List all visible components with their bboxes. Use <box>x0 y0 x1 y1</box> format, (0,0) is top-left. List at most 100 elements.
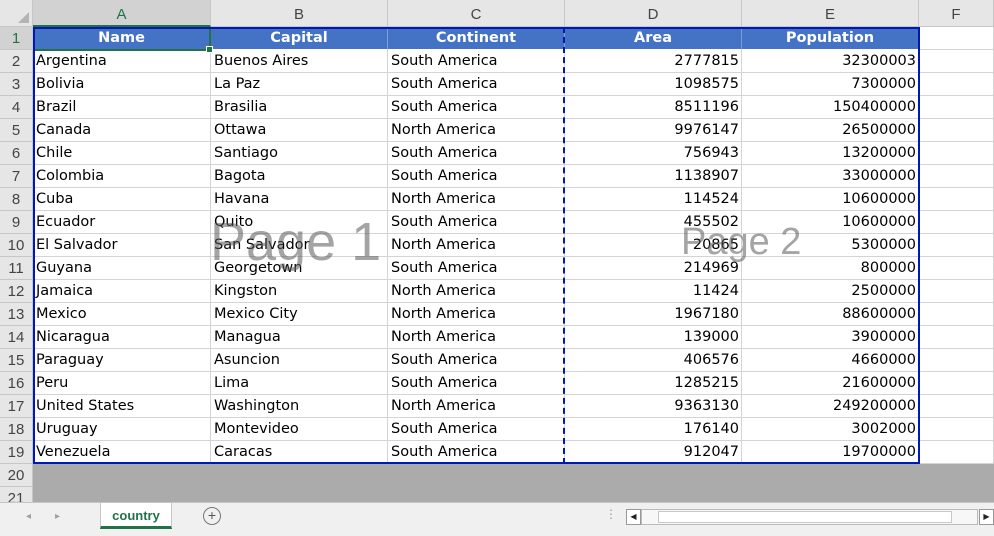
table-cell[interactable]: North America <box>388 119 565 142</box>
table-cell[interactable]: 150400000 <box>742 96 919 119</box>
scroll-tabs-right-icon[interactable]: ▸ <box>55 511 60 522</box>
table-cell[interactable]: 1967180 <box>565 303 742 326</box>
table-cell[interactable]: South America <box>388 372 565 395</box>
row-header-10[interactable]: 10 <box>0 234 33 257</box>
table-cell[interactable]: 10600000 <box>742 188 919 211</box>
table-cell[interactable]: Uruguay <box>33 418 211 441</box>
table-cell[interactable]: South America <box>388 50 565 73</box>
plus-circle-icon[interactable]: + <box>203 507 221 525</box>
table-header-population[interactable]: Population <box>742 27 919 50</box>
table-cell[interactable]: Mexico <box>33 303 211 326</box>
row-header-12[interactable]: 12 <box>0 280 33 303</box>
table-cell[interactable]: South America <box>388 142 565 165</box>
table-cell[interactable]: 10600000 <box>742 211 919 234</box>
table-header-continent[interactable]: Continent <box>388 27 565 50</box>
column-header-f[interactable]: F <box>919 0 994 27</box>
row-header-4[interactable]: 4 <box>0 96 33 119</box>
row-header-19[interactable]: 19 <box>0 441 33 464</box>
scroll-left-icon[interactable]: ◀ <box>626 509 641 525</box>
table-cell[interactable]: Guyana <box>33 257 211 280</box>
table-cell[interactable]: Argentina <box>33 50 211 73</box>
table-cell[interactable]: 20865 <box>565 234 742 257</box>
table-cell[interactable]: Mexico City <box>211 303 388 326</box>
table-cell[interactable]: South America <box>388 96 565 119</box>
row-header-7[interactable]: 7 <box>0 165 33 188</box>
empty-cell[interactable] <box>919 188 994 211</box>
table-cell[interactable]: 21600000 <box>742 372 919 395</box>
table-cell[interactable]: Bolivia <box>33 73 211 96</box>
table-cell[interactable]: 176140 <box>565 418 742 441</box>
table-cell[interactable]: Ecuador <box>33 211 211 234</box>
table-cell[interactable]: 5300000 <box>742 234 919 257</box>
table-cell[interactable]: Washington <box>211 395 388 418</box>
empty-cell[interactable] <box>919 349 994 372</box>
row-header-8[interactable]: 8 <box>0 188 33 211</box>
table-cell[interactable]: Kingston <box>211 280 388 303</box>
row-header-1[interactable]: 1 <box>0 27 33 50</box>
sheet-tab-country[interactable]: country <box>100 503 172 529</box>
table-cell[interactable]: South America <box>388 349 565 372</box>
table-cell[interactable]: 32300003 <box>742 50 919 73</box>
table-cell[interactable]: El Salvador <box>33 234 211 257</box>
row-header-3[interactable]: 3 <box>0 73 33 96</box>
table-cell[interactable]: 3900000 <box>742 326 919 349</box>
row-header-14[interactable]: 14 <box>0 326 33 349</box>
table-cell[interactable]: 1285215 <box>565 372 742 395</box>
empty-cell[interactable] <box>919 372 994 395</box>
table-cell[interactable]: 406576 <box>565 349 742 372</box>
table-cell[interactable]: Asuncion <box>211 349 388 372</box>
table-cell[interactable]: 214969 <box>565 257 742 280</box>
row-header-20[interactable]: 20 <box>0 464 33 487</box>
table-cell[interactable]: 139000 <box>565 326 742 349</box>
table-cell[interactable]: Canada <box>33 119 211 142</box>
row-header-5[interactable]: 5 <box>0 119 33 142</box>
table-cell[interactable]: 33000000 <box>742 165 919 188</box>
row-header-9[interactable]: 9 <box>0 211 33 234</box>
table-cell[interactable]: 11424 <box>565 280 742 303</box>
spreadsheet-grid[interactable]: ABCDEF 1 2 3 4 5 6 7 8 9 10 11 12 13 14 15 16 17 18 19 20 21… <box>0 0 994 505</box>
table-cell[interactable]: 4660000 <box>742 349 919 372</box>
table-cell[interactable]: Ottawa <box>211 119 388 142</box>
table-cell[interactable]: 114524 <box>565 188 742 211</box>
row-header-16[interactable]: 16 <box>0 372 33 395</box>
table-cell[interactable]: Colombia <box>33 165 211 188</box>
table-header-capital[interactable]: Capital <box>211 27 388 50</box>
table-cell[interactable]: Brazil <box>33 96 211 119</box>
empty-cell[interactable] <box>919 257 994 280</box>
table-cell[interactable]: Santiago <box>211 142 388 165</box>
table-cell[interactable]: 2500000 <box>742 280 919 303</box>
horizontal-scrollbar[interactable]: ◀ ▶ <box>626 509 994 525</box>
table-cell[interactable]: North America <box>388 234 565 257</box>
empty-cell[interactable] <box>919 234 994 257</box>
table-cell[interactable]: 249200000 <box>742 395 919 418</box>
empty-cell[interactable] <box>919 50 994 73</box>
row-header-2[interactable]: 2 <box>0 50 33 73</box>
table-cell[interactable]: Cuba <box>33 188 211 211</box>
empty-cell[interactable] <box>919 27 994 50</box>
column-header-a[interactable]: A <box>33 0 211 27</box>
column-header-c[interactable]: C <box>388 0 565 27</box>
table-cell[interactable]: North America <box>388 188 565 211</box>
table-header-name[interactable]: Name <box>33 27 211 50</box>
empty-cell[interactable] <box>919 395 994 418</box>
table-cell[interactable]: 1098575 <box>565 73 742 96</box>
row-header-13[interactable]: 13 <box>0 303 33 326</box>
table-cell[interactable]: Brasilia <box>211 96 388 119</box>
table-cell[interactable]: 19700000 <box>742 441 919 464</box>
table-cell[interactable]: Nicaragua <box>33 326 211 349</box>
table-header-area[interactable]: Area <box>565 27 742 50</box>
table-cell[interactable]: Managua <box>211 326 388 349</box>
table-cell[interactable]: 756943 <box>565 142 742 165</box>
column-header-b[interactable]: B <box>211 0 388 27</box>
empty-cell[interactable] <box>919 303 994 326</box>
column-header-e[interactable]: E <box>742 0 919 27</box>
table-cell[interactable]: North America <box>388 280 565 303</box>
table-cell[interactable]: Buenos Aires <box>211 50 388 73</box>
scroll-tabs-left-icon[interactable]: ◂ <box>26 511 31 522</box>
table-cell[interactable]: 13200000 <box>742 142 919 165</box>
table-cell[interactable]: South America <box>388 441 565 464</box>
table-cell[interactable]: 1138907 <box>565 165 742 188</box>
empty-cell[interactable] <box>919 326 994 349</box>
scroll-track[interactable] <box>641 509 978 525</box>
row-header-11[interactable]: 11 <box>0 257 33 280</box>
